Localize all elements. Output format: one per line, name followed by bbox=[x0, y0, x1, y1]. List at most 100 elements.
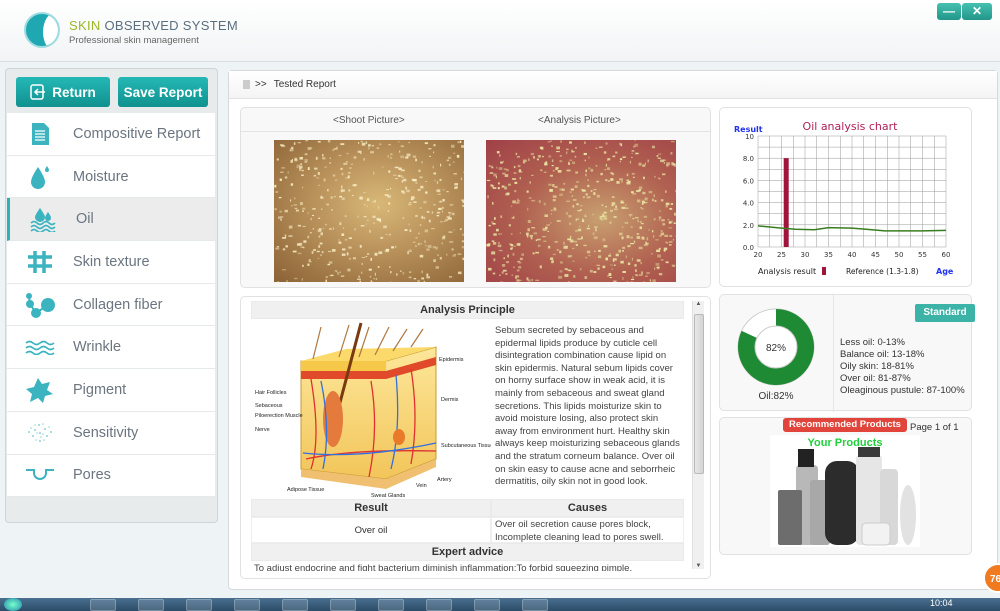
start-button[interactable] bbox=[4, 598, 22, 611]
principle-scrollbar[interactable]: ▲ ▼ bbox=[692, 301, 704, 569]
nav-item-sensitivity[interactable]: Sensitivity bbox=[7, 411, 215, 455]
taskbar-item[interactable] bbox=[90, 599, 116, 611]
texture-speck bbox=[370, 257, 373, 261]
texture-speck bbox=[340, 275, 345, 277]
texture-speck bbox=[644, 275, 648, 277]
close-button[interactable]: ✕ bbox=[962, 3, 992, 20]
texture-speck bbox=[522, 161, 526, 164]
nav-item-pores[interactable]: Pores bbox=[7, 454, 215, 498]
texture-speck bbox=[501, 185, 505, 188]
nav-item-compositive-report[interactable]: Compositive Report bbox=[7, 113, 215, 156]
texture-speck bbox=[366, 205, 368, 208]
texture-speck bbox=[402, 178, 407, 182]
texture-speck bbox=[289, 148, 294, 152]
texture-speck bbox=[604, 169, 607, 171]
standard-badge: Standard bbox=[915, 304, 975, 322]
texture-speck bbox=[318, 228, 322, 231]
texture-speck bbox=[547, 141, 551, 143]
texture-speck bbox=[533, 156, 535, 159]
taskbar-item[interactable] bbox=[234, 599, 260, 611]
taskbar-item[interactable] bbox=[138, 599, 164, 611]
texture-speck bbox=[631, 152, 633, 154]
save-report-button[interactable]: Save Report bbox=[118, 77, 208, 107]
texture-speck bbox=[506, 192, 510, 195]
texture-speck bbox=[552, 195, 557, 198]
texture-speck bbox=[555, 167, 558, 171]
texture-speck bbox=[277, 281, 279, 282]
shoot-picture[interactable] bbox=[274, 140, 464, 282]
scroll-up-arrow[interactable]: ▲ bbox=[693, 301, 704, 307]
oil-level-panel: 82% Oil:82% Standard Less oil: 0-13% Bal… bbox=[719, 294, 975, 412]
texture-speck bbox=[339, 222, 342, 226]
analysis-picture[interactable] bbox=[486, 140, 676, 282]
nav-item-collagen-fiber[interactable]: Collagen fiber bbox=[7, 283, 215, 327]
return-button[interactable]: Return bbox=[16, 77, 110, 107]
texture-speck bbox=[281, 145, 286, 148]
nav-item-moisture[interactable]: Moisture bbox=[7, 155, 215, 199]
texture-speck bbox=[531, 174, 534, 176]
texture-speck bbox=[580, 205, 583, 207]
texture-speck bbox=[634, 264, 636, 267]
texture-speck bbox=[418, 169, 421, 173]
texture-speck bbox=[611, 196, 615, 198]
texture-speck bbox=[566, 200, 570, 202]
x-tick-label: 30 bbox=[801, 251, 810, 259]
texture-speck bbox=[311, 251, 314, 254]
texture-speck bbox=[552, 184, 555, 187]
nav-item-oil[interactable]: Oil bbox=[7, 198, 215, 242]
nav-list: Compositive Report Moisture Oil Skin tex… bbox=[7, 113, 215, 498]
taskbar-item[interactable] bbox=[474, 599, 500, 611]
texture-speck bbox=[419, 224, 422, 226]
texture-speck bbox=[641, 271, 643, 275]
texture-speck bbox=[651, 145, 655, 149]
texture-speck bbox=[280, 216, 284, 218]
texture-speck bbox=[599, 146, 603, 148]
label-sebaceous: Sebaceous bbox=[255, 403, 283, 409]
taskbar-item[interactable] bbox=[330, 599, 356, 611]
texture-speck bbox=[576, 203, 579, 206]
texture-speck bbox=[349, 257, 351, 260]
taskbar-item[interactable] bbox=[378, 599, 404, 611]
texture-speck bbox=[293, 142, 296, 145]
texture-speck bbox=[441, 236, 446, 240]
texture-speck bbox=[616, 181, 620, 184]
texture-speck bbox=[436, 214, 440, 217]
texture-speck bbox=[546, 224, 550, 226]
nav-item-pigment[interactable]: Pigment bbox=[7, 369, 215, 412]
texture-speck bbox=[565, 212, 568, 215]
texture-speck bbox=[642, 176, 645, 180]
texture-speck bbox=[575, 146, 577, 149]
taskbar-item[interactable] bbox=[522, 599, 548, 611]
texture-speck bbox=[340, 167, 343, 170]
texture-speck bbox=[543, 171, 547, 173]
texture-speck bbox=[625, 204, 627, 206]
texture-speck bbox=[655, 262, 660, 266]
texture-speck bbox=[424, 229, 429, 233]
nav-item-wrinkle[interactable]: Wrinkle bbox=[7, 326, 215, 370]
texture-speck bbox=[290, 199, 292, 202]
texture-speck bbox=[551, 159, 554, 163]
products-image[interactable]: Your Products bbox=[770, 435, 920, 547]
texture-speck bbox=[633, 240, 636, 244]
texture-speck bbox=[634, 143, 639, 147]
texture-speck bbox=[662, 223, 666, 226]
texture-speck bbox=[528, 197, 532, 199]
scroll-down-arrow[interactable]: ▼ bbox=[693, 563, 704, 569]
taskbar-item[interactable] bbox=[282, 599, 308, 611]
minimize-button[interactable]: — bbox=[937, 3, 961, 20]
texture-speck bbox=[539, 245, 541, 247]
taskbar-item[interactable] bbox=[186, 599, 212, 611]
texture-speck bbox=[573, 275, 576, 278]
nav-item-skin-texture[interactable]: Skin texture bbox=[7, 241, 215, 284]
texture-speck bbox=[620, 200, 624, 204]
texture-speck bbox=[460, 177, 463, 181]
texture-speck bbox=[301, 169, 304, 172]
texture-speck bbox=[287, 171, 289, 174]
texture-speck bbox=[359, 196, 363, 200]
texture-speck bbox=[327, 140, 331, 143]
taskbar-item[interactable] bbox=[426, 599, 452, 611]
texture-speck bbox=[296, 164, 301, 167]
texture-speck bbox=[668, 244, 672, 246]
scroll-thumb[interactable] bbox=[694, 314, 704, 474]
texture-speck bbox=[510, 247, 513, 250]
